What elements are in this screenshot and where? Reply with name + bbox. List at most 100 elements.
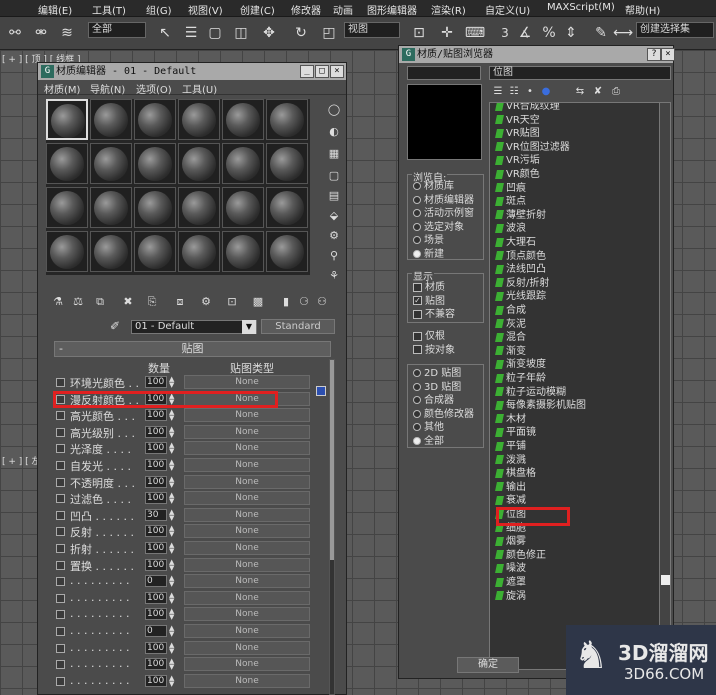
- map-amount-field[interactable]: 100: [145, 542, 167, 554]
- map-enable-checkbox[interactable]: [56, 660, 65, 670]
- map-enable-checkbox[interactable]: [56, 427, 65, 437]
- maps-scrollbar-thumb[interactable]: [330, 360, 334, 560]
- amount-spinner-icon[interactable]: ▲ ▼: [169, 558, 176, 571]
- map-enable-checkbox[interactable]: [56, 676, 65, 686]
- material-map-navigator-icon[interactable]: ⚘: [327, 269, 341, 283]
- menu-utilities[interactable]: 工具(U): [182, 81, 217, 96]
- material-id-icon[interactable]: ⊡: [224, 294, 240, 310]
- rotate-icon[interactable]: ↻: [290, 23, 312, 43]
- sample-slot[interactable]: [90, 99, 132, 140]
- map-enable-checkbox[interactable]: [56, 378, 65, 387]
- sample-slot[interactable]: [134, 187, 176, 228]
- map-enable-checkbox[interactable]: [56, 527, 65, 537]
- mirror-icon[interactable]: ⟷: [612, 23, 634, 43]
- map-enable-checkbox[interactable]: [56, 461, 65, 470]
- search-field[interactable]: [407, 66, 481, 80]
- amount-spinner-icon[interactable]: ▲ ▼: [169, 409, 176, 422]
- amount-spinner-icon[interactable]: ▲ ▼: [169, 674, 176, 687]
- map-enable-checkbox[interactable]: [56, 577, 65, 587]
- amount-spinner-icon[interactable]: ▲ ▼: [169, 492, 176, 505]
- material-type-button[interactable]: Standard: [261, 319, 335, 334]
- map-slot-button[interactable]: None: [184, 458, 310, 472]
- map-amount-field[interactable]: 30: [145, 508, 167, 521]
- map-amount-field[interactable]: 100: [145, 591, 167, 604]
- menu-tools[interactable]: 工具(T): [92, 2, 126, 17]
- link-icon[interactable]: ⚯: [4, 23, 26, 43]
- reference-coord-dropdown[interactable]: 视图: [344, 22, 400, 38]
- sample-slot[interactable]: [134, 143, 176, 184]
- map-amount-field[interactable]: 100: [145, 492, 167, 505]
- checkbox-option[interactable]: 不兼容: [413, 305, 455, 320]
- view-list-icons-icon[interactable]: ☷: [507, 85, 521, 99]
- amount-spinner-icon[interactable]: ▲ ▼: [169, 459, 176, 472]
- get-material-icon[interactable]: ⚗: [50, 294, 66, 310]
- sample-uv-tiling-icon[interactable]: ▢: [327, 169, 341, 183]
- maps-rollout-header[interactable]: - 贴图: [54, 341, 331, 357]
- map-name-field[interactable]: 位图: [489, 66, 671, 80]
- select-by-name-icon[interactable]: ☰: [180, 23, 202, 43]
- map-slot-button[interactable]: None: [184, 640, 310, 655]
- map-enable-checkbox[interactable]: [56, 560, 65, 570]
- put-to-scene-icon[interactable]: ⚖: [70, 294, 86, 310]
- reset-map-icon[interactable]: ✖: [120, 294, 136, 310]
- help-button[interactable]: ?: [647, 48, 661, 61]
- make-copy-icon[interactable]: ⎘: [144, 294, 160, 310]
- snap-3d-icon[interactable]: 3: [494, 23, 516, 43]
- view-small-icons-icon[interactable]: •: [523, 85, 537, 99]
- menu-graph-editors[interactable]: 图形编辑器: [367, 2, 417, 17]
- map-slot-button[interactable]: None: [184, 624, 310, 638]
- sample-slot[interactable]: [46, 143, 88, 184]
- menu-material[interactable]: 材质(M): [44, 81, 80, 96]
- map-slot-button[interactable]: None: [184, 408, 310, 423]
- amount-spinner-icon[interactable]: ▲ ▼: [169, 475, 176, 488]
- sample-slot[interactable]: [178, 231, 220, 272]
- update-scene-icon[interactable]: ⇆: [573, 85, 587, 99]
- sample-slot[interactable]: [90, 187, 132, 228]
- map-slot-button[interactable]: None: [184, 424, 310, 439]
- map-amount-field[interactable]: 100: [145, 409, 167, 422]
- map-amount-field[interactable]: 100: [145, 658, 167, 671]
- menu-maxscript[interactable]: MAXScript(M): [547, 2, 615, 13]
- map-list-scrollbar-thumb[interactable]: [661, 575, 670, 585]
- minimize-button[interactable]: _: [300, 65, 314, 78]
- sample-slot[interactable]: [222, 231, 264, 272]
- radio-option[interactable]: 全部: [413, 432, 444, 447]
- go-to-parent-icon[interactable]: ⚆: [296, 294, 312, 310]
- map-slot-button[interactable]: None: [184, 673, 310, 688]
- menu-group[interactable]: 组(G): [146, 2, 172, 17]
- map-slot-button[interactable]: None: [184, 607, 310, 622]
- sample-slot[interactable]: [46, 231, 88, 272]
- sample-slot[interactable]: [266, 143, 308, 184]
- background-checker-icon[interactable]: ▦: [327, 147, 341, 161]
- map-list-item[interactable]: 旋涡: [495, 587, 526, 602]
- delete-icon[interactable]: ✘: [591, 85, 605, 99]
- map-enable-checkbox[interactable]: [56, 627, 65, 636]
- pivot-icon[interactable]: ⊡: [408, 23, 430, 43]
- window-crossing-icon[interactable]: ◫: [230, 23, 252, 43]
- amount-spinner-icon[interactable]: ▲ ▼: [169, 376, 176, 389]
- map-enable-checkbox[interactable]: [56, 477, 65, 487]
- amount-spinner-icon[interactable]: ▲ ▼: [169, 591, 176, 604]
- selection-filter-dropdown[interactable]: 全部: [88, 22, 146, 38]
- sample-type-icon[interactable]: ◯: [327, 103, 341, 117]
- menu-edit[interactable]: 编辑(E): [38, 2, 72, 17]
- map-enable-checkbox[interactable]: [56, 444, 65, 454]
- sample-slot[interactable]: [46, 99, 88, 140]
- options-icon[interactable]: ⚙: [327, 229, 341, 243]
- map-slot-button[interactable]: None: [184, 524, 310, 539]
- video-color-check-icon[interactable]: ▤: [327, 189, 341, 203]
- material-name-dropdown-icon[interactable]: ▼: [242, 320, 256, 334]
- map-enable-checkbox[interactable]: [56, 610, 65, 620]
- map-amount-field[interactable]: 100: [145, 674, 167, 687]
- close-button[interactable]: ×: [330, 65, 344, 78]
- ok-button[interactable]: 确定: [457, 657, 519, 673]
- make-preview-icon[interactable]: ⬙: [327, 209, 341, 223]
- map-amount-field[interactable]: 100: [145, 459, 167, 471]
- map-slot-button[interactable]: None: [184, 657, 310, 672]
- make-unique-icon[interactable]: ⧈: [172, 294, 188, 310]
- map-amount-field[interactable]: 100: [145, 425, 167, 438]
- sample-slot[interactable]: [178, 99, 220, 140]
- amount-spinner-icon[interactable]: ▲ ▼: [169, 525, 176, 538]
- map-slot-button[interactable]: None: [184, 441, 310, 456]
- menu-help[interactable]: 帮助(H): [625, 2, 660, 17]
